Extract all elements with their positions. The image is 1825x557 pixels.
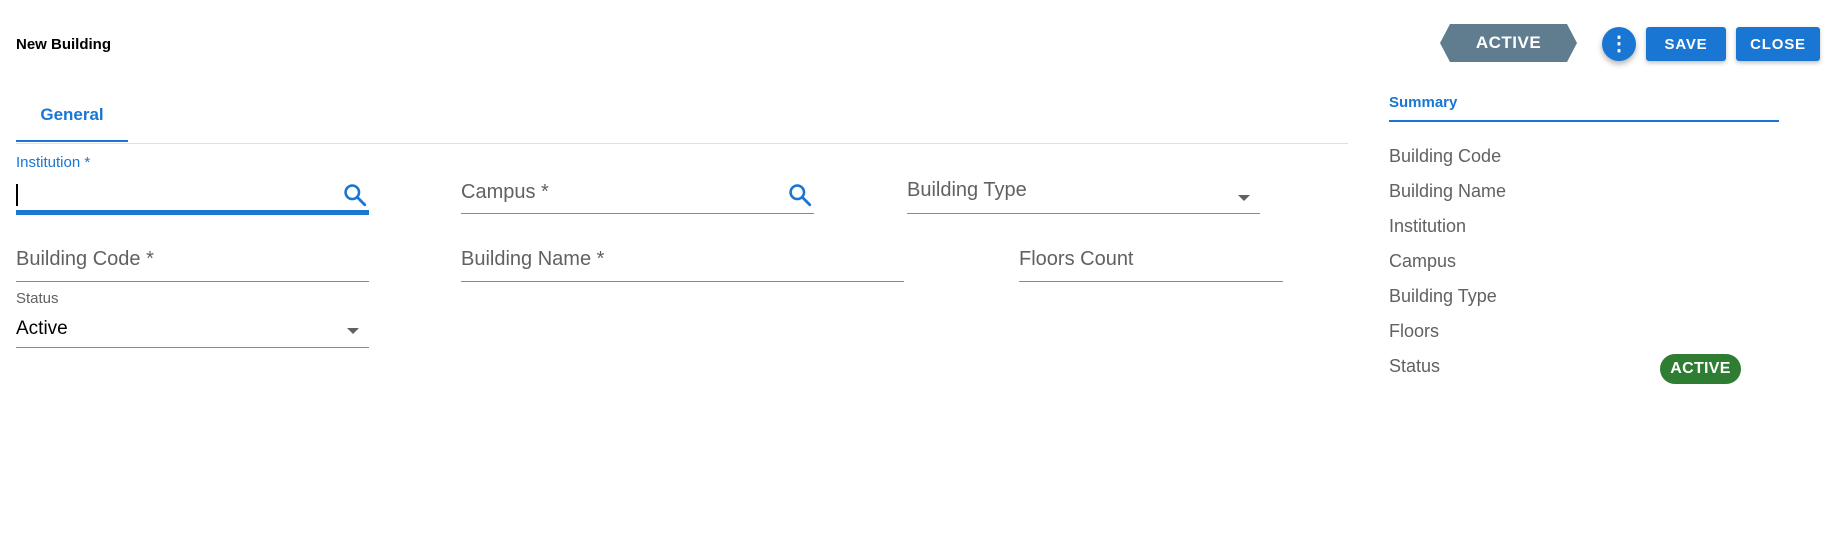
- summary-item-floors: Floors: [1389, 321, 1440, 341]
- floors-count-field[interactable]: Floors Count: [1019, 220, 1283, 282]
- status-value: Active: [16, 318, 68, 339]
- status-label: Status: [16, 290, 59, 307]
- summary-item-status: Status: [1389, 356, 1441, 376]
- summary-underline: [1389, 120, 1779, 122]
- summary-item-campus: Campus: [1389, 251, 1457, 271]
- institution-label: Institution *: [16, 154, 91, 171]
- search-icon[interactable]: [342, 182, 368, 208]
- building-type-select[interactable]: Building Type: [907, 150, 1260, 216]
- building-code-underline: [16, 281, 369, 282]
- status-chip: ACTIVE: [1440, 24, 1577, 62]
- more-vert-icon: ⋮: [1609, 33, 1629, 55]
- status-select[interactable]: Status Active: [16, 286, 369, 349]
- tabs-divider: [16, 143, 1348, 144]
- search-icon[interactable]: [787, 182, 813, 208]
- close-button[interactable]: CLOSE: [1736, 27, 1820, 61]
- text-caret: [16, 184, 18, 206]
- summary-item-building-type: Building Type: [1389, 286, 1497, 306]
- summary-item-building-name: Building Name: [1389, 181, 1507, 201]
- save-button[interactable]: SAVE: [1646, 27, 1726, 61]
- building-type-underline: [907, 213, 1260, 214]
- campus-field[interactable]: Campus *: [461, 150, 814, 216]
- summary-item-institution: Institution: [1389, 216, 1467, 236]
- status-underline: [16, 347, 369, 348]
- status-badge: ACTIVE: [1660, 354, 1741, 384]
- floors-count-underline: [1019, 281, 1283, 282]
- building-type-label: Building Type: [907, 179, 1027, 201]
- building-name-field[interactable]: Building Name *: [461, 220, 904, 282]
- more-options-button[interactable]: ⋮: [1602, 27, 1636, 61]
- tab-general[interactable]: General: [16, 90, 128, 142]
- dropdown-arrow-icon: [347, 328, 359, 334]
- campus-underline: [461, 213, 814, 214]
- building-name-underline: [461, 281, 904, 282]
- institution-input[interactable]: [16, 182, 326, 208]
- summary-title: Summary: [1389, 94, 1458, 111]
- dropdown-arrow-icon: [1238, 195, 1250, 201]
- institution-underline: [16, 210, 369, 215]
- building-code-field[interactable]: Building Code *: [16, 220, 369, 282]
- summary-item-building-code: Building Code: [1389, 146, 1502, 166]
- building-name-label: Building Name *: [461, 248, 605, 270]
- page-title: New Building: [16, 36, 111, 53]
- campus-label: Campus *: [461, 181, 549, 203]
- institution-field[interactable]: Institution *: [16, 150, 369, 216]
- new-building-page: New Building ACTIVE ⋮ SAVE CLOSE General…: [0, 0, 1825, 557]
- building-code-label: Building Code *: [16, 248, 154, 270]
- floors-count-label: Floors Count: [1019, 248, 1134, 270]
